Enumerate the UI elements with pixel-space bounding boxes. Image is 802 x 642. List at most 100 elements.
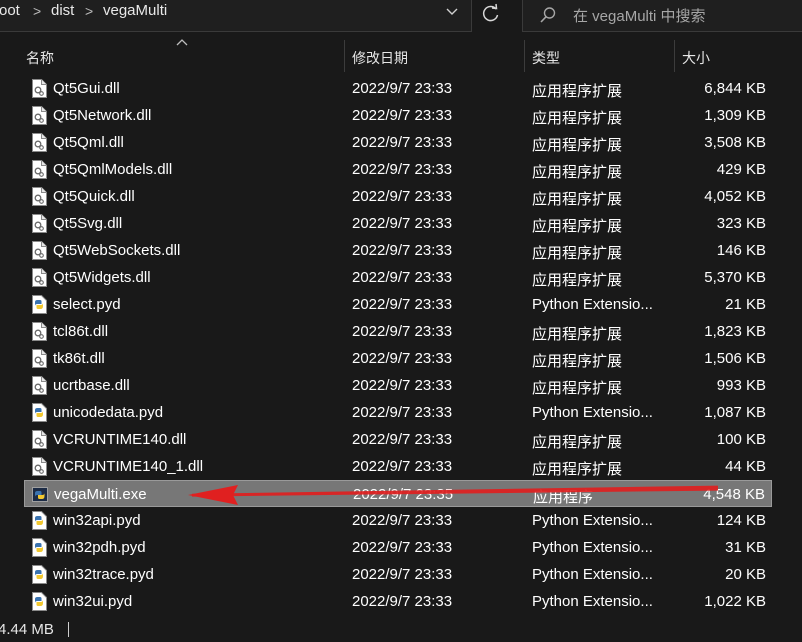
file-size: 429 KB (716, 161, 766, 178)
file-row[interactable]: win32api.pyd 2022/9/7 23:33 Python Extensi… (24, 507, 772, 534)
file-size: 1,309 KB (704, 107, 766, 124)
file-date: 2022/9/7 23:33 (352, 107, 453, 124)
file-name: Qt5Widgets.dll (53, 269, 151, 286)
dll-file-icon (31, 322, 47, 341)
file-size: 1,087 KB (704, 404, 766, 421)
file-row[interactable]: Qt5Widgets.dll 2022/9/7 23:33 应用程序扩展 5,370 … (24, 264, 772, 291)
file-row-selected[interactable]: vegaMulti.exe 2022/9/7 23:35 应用程序 4,548 KB (24, 480, 772, 507)
file-type: Python Extensio... (532, 404, 653, 421)
file-row[interactable]: win32pdh.pyd 2022/9/7 23:33 Python Extensi… (24, 534, 772, 561)
file-size: 44 KB (725, 458, 766, 475)
file-row[interactable]: tk86t.dll 2022/9/7 23:33 应用程序扩展 1,506 KB (24, 345, 772, 372)
file-row[interactable]: Qt5Quick.dll 2022/9/7 23:33 应用程序扩展 4,052 KB (24, 183, 772, 210)
column-name[interactable]: 名称 (0, 38, 344, 75)
breadcrumb-root[interactable]: oot (0, 2, 20, 19)
dll-file-icon (31, 268, 47, 287)
column-date[interactable]: 修改日期 (345, 38, 525, 75)
file-date: 2022/9/7 23:35 (353, 486, 454, 503)
file-size: 1,823 KB (704, 323, 766, 340)
file-name: Qt5Qml.dll (53, 134, 124, 151)
file-row[interactable]: Qt5WebSockets.dll 2022/9/7 23:33 应用程序扩展 146… (24, 237, 772, 264)
chevron-down-icon[interactable] (443, 2, 461, 20)
file-name: win32api.pyd (53, 512, 141, 529)
file-type: Python Extensio... (532, 566, 653, 583)
file-date: 2022/9/7 23:33 (352, 269, 453, 286)
file-date: 2022/9/7 23:33 (352, 188, 453, 205)
file-size: 4,052 KB (704, 188, 766, 205)
file-name: Qt5Svg.dll (53, 215, 123, 232)
search-icon (540, 7, 556, 23)
dll-file-icon (31, 214, 47, 233)
file-name: win32pdh.pyd (53, 539, 146, 556)
file-size: 21 KB (725, 296, 766, 313)
file-name: win32ui.pyd (53, 593, 133, 610)
dll-file-icon (31, 457, 47, 476)
file-name: win32trace.pyd (53, 566, 154, 583)
file-type: 应用程序扩展 (532, 245, 623, 262)
file-date: 2022/9/7 23:33 (352, 404, 453, 421)
column-type[interactable]: 类型 (525, 38, 675, 75)
file-size: 3,508 KB (704, 134, 766, 151)
file-type: Python Extensio... (532, 512, 653, 529)
file-name: Qt5Gui.dll (53, 80, 120, 97)
dll-file-icon (31, 430, 47, 449)
breadcrumb-separator-icon[interactable]: > (33, 3, 41, 19)
address-bar[interactable]: oot > dist > vegaMulti (0, 0, 472, 32)
file-type: 应用程序扩展 (532, 434, 623, 451)
breadcrumb-vegamulti[interactable]: vegaMulti (103, 2, 167, 19)
file-row[interactable]: select.pyd 2022/9/7 23:33 Python Extensio.… (24, 291, 772, 318)
file-name: tk86t.dll (53, 350, 105, 367)
python-file-icon (31, 592, 47, 611)
selection-size: 4.44 MB (0, 621, 54, 638)
dll-file-icon (31, 106, 47, 125)
file-size: 20 KB (725, 566, 766, 583)
file-date: 2022/9/7 23:33 (352, 566, 453, 583)
file-row[interactable]: win32trace.pyd 2022/9/7 23:33 Python Exten… (24, 561, 772, 588)
column-date-label: 修改日期 (352, 50, 408, 66)
file-size: 6,844 KB (704, 80, 766, 97)
file-date: 2022/9/7 23:33 (352, 593, 453, 610)
file-row[interactable]: Qt5Svg.dll 2022/9/7 23:33 应用程序扩展 323 KB (24, 210, 772, 237)
file-row[interactable]: tcl86t.dll 2022/9/7 23:33 应用程序扩展 1,823 KB (24, 318, 772, 345)
file-row[interactable]: ucrtbase.dll 2022/9/7 23:33 应用程序扩展 993 KB (24, 372, 772, 399)
breadcrumb-dist[interactable]: dist (51, 2, 74, 19)
file-row[interactable]: win32ui.pyd 2022/9/7 23:33 Python Extensio… (24, 588, 772, 615)
search-box[interactable]: 在 vegaMulti 中搜索 (522, 0, 802, 32)
file-row[interactable]: Qt5Network.dll 2022/9/7 23:33 应用程序扩展 1,309 … (24, 102, 772, 129)
file-date: 2022/9/7 23:33 (352, 512, 453, 529)
file-size: 146 KB (716, 242, 766, 259)
file-type: 应用程序扩展 (532, 461, 623, 478)
search-input[interactable]: 在 vegaMulti 中搜索 (573, 5, 706, 26)
file-name: VCRUNTIME140.dll (53, 431, 187, 448)
file-row[interactable]: Qt5Gui.dll 2022/9/7 23:33 应用程序扩展 6,844 KB (24, 75, 772, 102)
file-type: Python Extensio... (532, 296, 653, 313)
file-name: Qt5Network.dll (53, 107, 152, 124)
python-file-icon (31, 295, 47, 314)
column-size[interactable]: 大小 (675, 38, 802, 75)
python-file-icon (31, 565, 47, 584)
file-size: 124 KB (716, 512, 766, 529)
dll-file-icon (31, 241, 47, 260)
file-row[interactable]: VCRUNTIME140_1.dll 2022/9/7 23:33 应用程序扩展 44… (24, 453, 772, 480)
file-date: 2022/9/7 23:33 (352, 215, 453, 232)
column-size-label: 大小 (682, 50, 710, 66)
python-file-icon (31, 403, 47, 422)
file-type: 应用程序 (533, 489, 594, 506)
file-row[interactable]: Qt5Qml.dll 2022/9/7 23:33 应用程序扩展 3,508 KB (24, 129, 772, 156)
file-type: 应用程序扩展 (532, 353, 623, 370)
file-type: 应用程序扩展 (532, 191, 623, 208)
dll-file-icon (31, 349, 47, 368)
file-date: 2022/9/7 23:33 (352, 242, 453, 259)
file-name: Qt5QmlModels.dll (53, 161, 173, 178)
file-row[interactable]: VCRUNTIME140.dll 2022/9/7 23:33 应用程序扩展 100 … (24, 426, 772, 453)
dll-file-icon (31, 187, 47, 206)
file-date: 2022/9/7 23:33 (352, 296, 453, 313)
dll-file-icon (31, 79, 47, 98)
file-size: 5,370 KB (704, 269, 766, 286)
file-row[interactable]: Qt5QmlModels.dll 2022/9/7 23:33 应用程序扩展 429 … (24, 156, 772, 183)
file-row[interactable]: unicodedata.pyd 2022/9/7 23:33 Python Exte… (24, 399, 772, 426)
breadcrumb-separator-icon[interactable]: > (85, 3, 93, 19)
exe-file-icon (32, 485, 48, 504)
status-bar: 4.44 MB (0, 615, 802, 642)
refresh-icon[interactable] (478, 0, 504, 30)
